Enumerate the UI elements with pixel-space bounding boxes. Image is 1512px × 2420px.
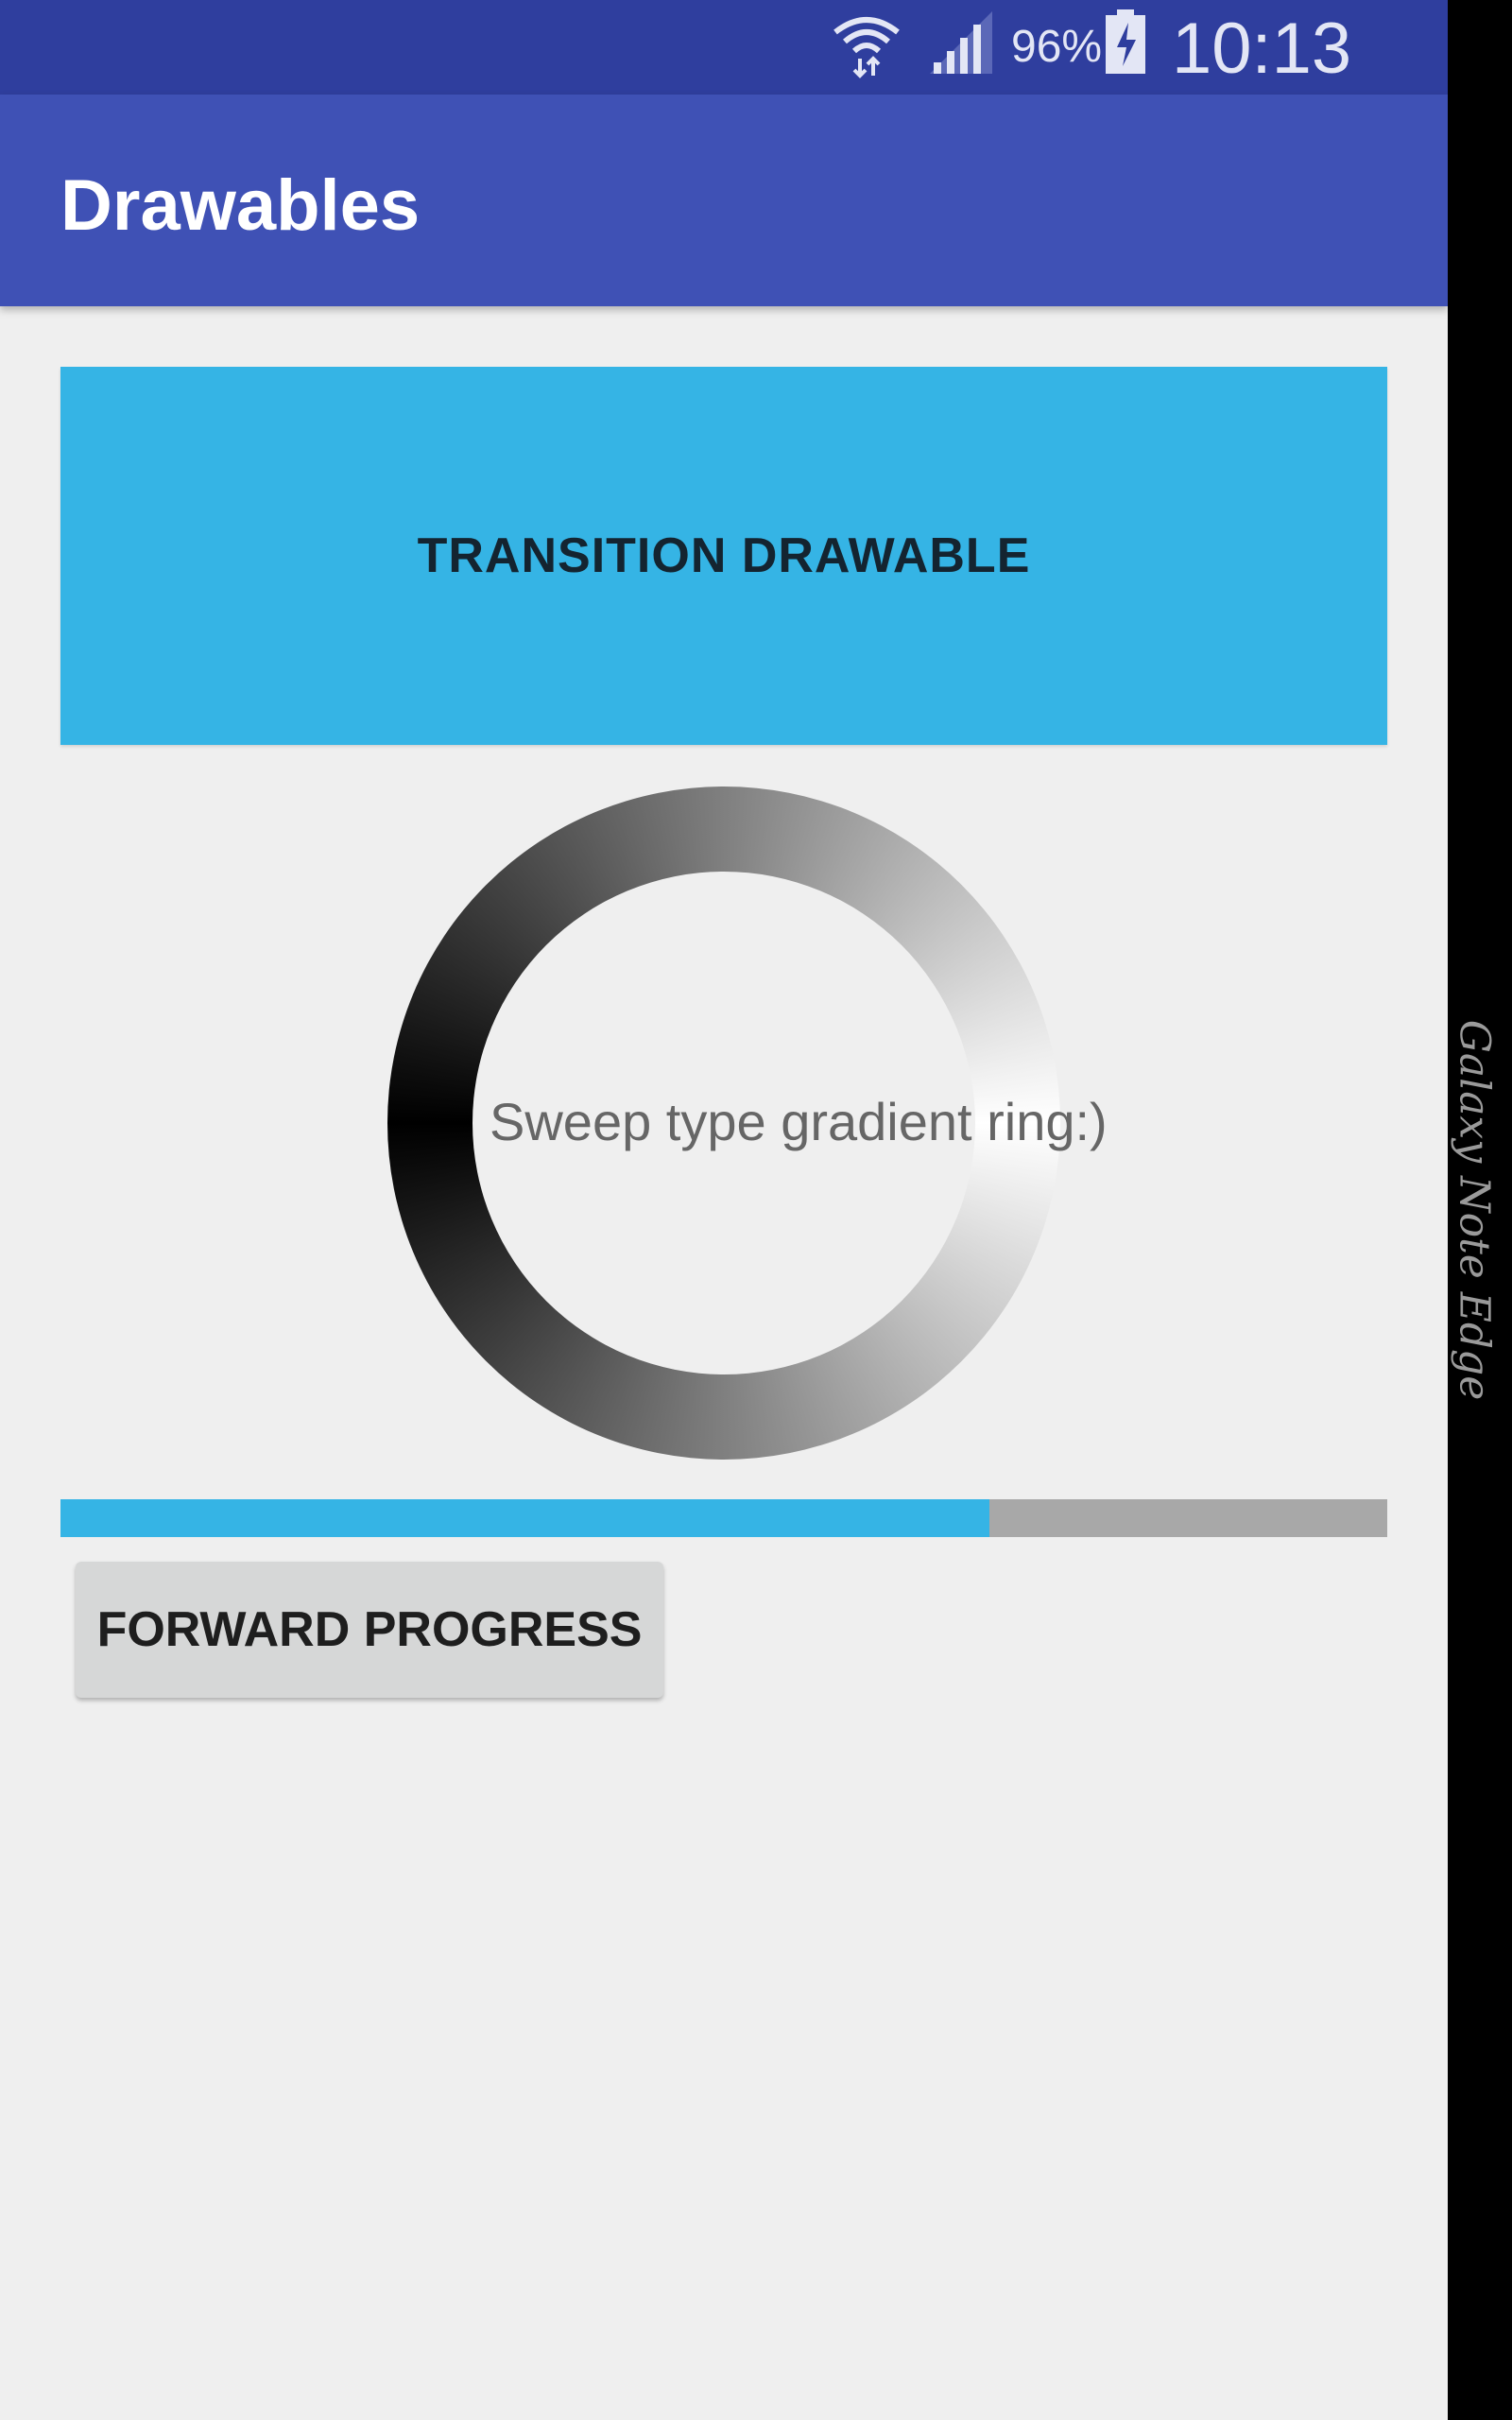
battery-charging-icon <box>1106 9 1145 74</box>
status-bar: 96% 10:13 <box>0 0 1448 95</box>
status-clock: 10:13 <box>1172 9 1352 89</box>
transition-drawable-label: TRANSITION DRAWABLE <box>417 528 1031 583</box>
signal-icon <box>930 11 992 74</box>
wifi-icon <box>833 17 900 78</box>
forward-progress-button[interactable]: FORWARD PROGRESS <box>76 1562 663 1698</box>
gradient-ring-label: Sweep type gradient ring:) <box>490 1092 1108 1151</box>
app-screen: 96% 10:13 Drawables TRANSITION DRAWABLE … <box>0 0 1448 2420</box>
app-bar: Drawables <box>0 95 1448 306</box>
progress-bar-fill <box>60 1499 989 1537</box>
transition-drawable-button[interactable]: TRANSITION DRAWABLE <box>60 367 1387 745</box>
app-title: Drawables <box>60 165 421 246</box>
progress-bar <box>60 1499 1387 1537</box>
edge-screen-text: Galaxy Note Edge <box>1450 1019 1499 1401</box>
battery-percent: 96% <box>1011 22 1103 72</box>
forward-progress-label: FORWARD PROGRESS <box>96 1602 643 1657</box>
